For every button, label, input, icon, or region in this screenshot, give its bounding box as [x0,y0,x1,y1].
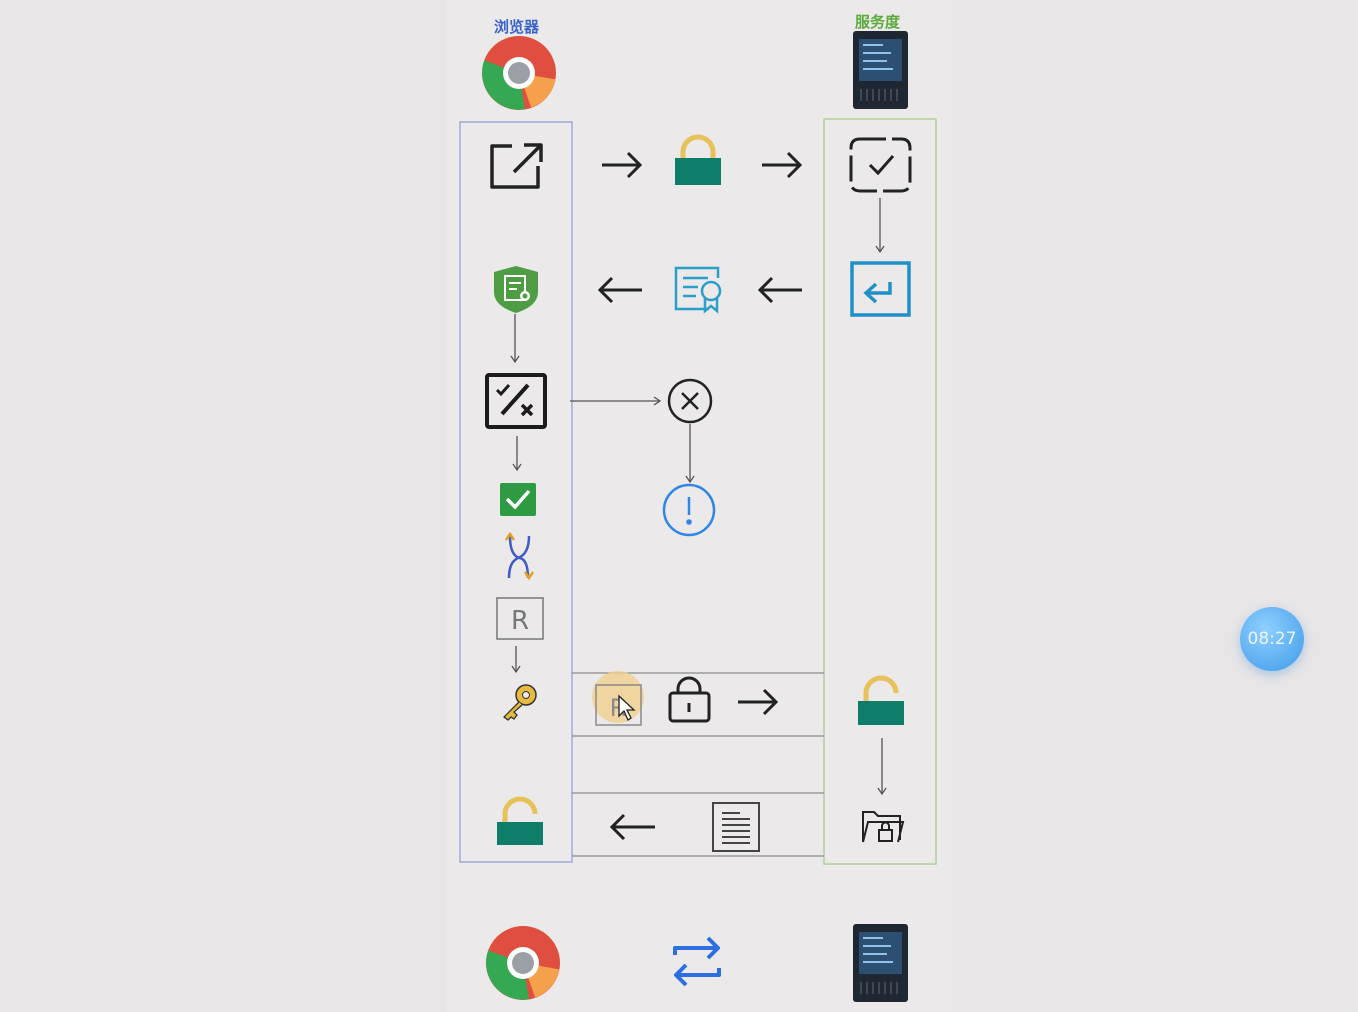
arrow-down-server-2 [877,738,887,796]
key-icon [503,684,537,721]
external-link-icon [490,143,543,189]
arrow-down-browser-2 [512,436,522,472]
shield-document-icon [494,266,538,313]
exchange-arrows-icon [673,936,721,987]
certificate-icon [674,266,722,314]
check-box-icon [500,483,536,516]
open-lock-browser-icon [497,796,543,845]
swap-arrows-icon [504,531,535,581]
arrow-down-browser-1 [510,314,520,364]
arrow-left-2 [757,276,802,304]
arrow-left-3 [609,813,655,841]
svg-text:R: R [511,606,529,636]
arrow-right-2 [762,151,803,179]
arrow-right-3 [738,688,779,716]
server-icon [853,31,908,109]
folder-lock-icon [862,811,905,843]
lock-outline-icon [668,676,711,723]
timer-badge[interactable]: 08:27 [1240,607,1304,671]
arrow-right-1 [602,151,643,179]
arrow-down-browser-3 [511,646,521,674]
server-icon-bottom [853,924,908,1002]
padlock-icon [675,134,721,185]
error-circle-icon [667,378,713,424]
chrome-icon-bottom [486,926,560,1000]
encrypted-r-icon: R [592,671,644,726]
warning-circle-icon [662,483,716,537]
return-icon [850,261,911,317]
arrow-down-server-1 [875,198,885,254]
arrow-down-error [685,424,695,484]
verify-check-icon [849,137,912,193]
open-lock-server-icon [858,675,904,725]
arrow-to-error [570,396,662,406]
document-icon [712,802,760,852]
diagram-canvas: R R [459,31,937,1002]
arrow-left-1 [597,276,642,304]
validate-icon [485,373,547,429]
random-r-icon: R [496,597,544,640]
chrome-icon [482,36,556,110]
